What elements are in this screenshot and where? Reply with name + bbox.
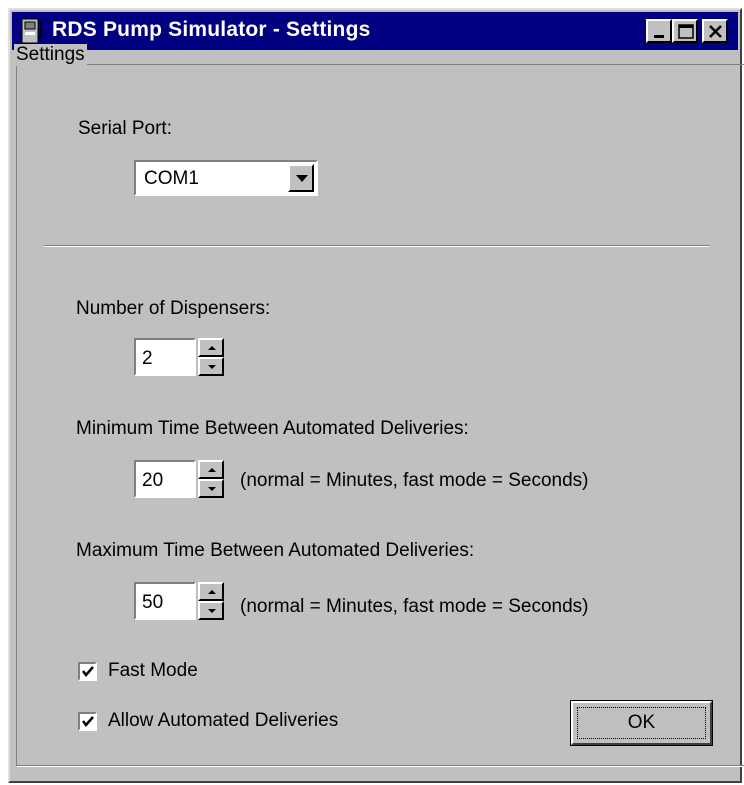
- serial-port-dropdown[interactable]: COM1: [134, 160, 318, 196]
- fast-mode-label[interactable]: Fast Mode: [108, 660, 198, 682]
- spin-down-button[interactable]: [198, 357, 224, 376]
- serial-port-value: COM1: [144, 168, 199, 189]
- close-button[interactable]: [702, 19, 728, 43]
- window-title: RDS Pump Simulator - Settings: [52, 18, 371, 41]
- arrow-down-icon: [208, 609, 216, 613]
- min-time-value: 20: [142, 470, 164, 491]
- allow-auto-deliveries-checkbox[interactable]: [78, 712, 97, 731]
- spin-up-button[interactable]: [198, 460, 224, 479]
- dispensers-input[interactable]: 2: [134, 338, 196, 376]
- dispensers-label: Number of Dispensers:: [76, 298, 271, 319]
- arrow-up-icon: [208, 468, 216, 472]
- min-time-hint: (normal = Minutes, fast mode = Seconds): [240, 470, 589, 491]
- spin-up-button[interactable]: [198, 582, 224, 601]
- max-time-value: 50: [142, 592, 164, 613]
- spin-down-button[interactable]: [198, 479, 224, 498]
- min-time-input[interactable]: 20: [134, 460, 196, 498]
- chevron-down-icon: [296, 175, 308, 182]
- settings-group-label: Settings: [14, 44, 87, 66]
- dropdown-button[interactable]: [288, 164, 314, 192]
- arrow-up-icon: [208, 346, 216, 350]
- min-time-label: Minimum Time Between Automated Deliverie…: [76, 418, 469, 439]
- max-time-hint: (normal = Minutes, fast mode = Seconds): [240, 596, 589, 617]
- checkmark-icon: [82, 666, 94, 677]
- allow-auto-deliveries-label[interactable]: Allow Automated Deliveries: [108, 710, 338, 732]
- serial-port-label: Serial Port:: [78, 118, 172, 139]
- ok-label: OK: [627, 712, 656, 733]
- dispensers-spinner[interactable]: [198, 338, 224, 376]
- fast-mode-checkbox[interactable]: [78, 662, 97, 681]
- checkmark-icon: [82, 716, 94, 727]
- max-time-spinner[interactable]: [198, 582, 224, 620]
- min-time-spinner[interactable]: [198, 460, 224, 498]
- arrow-up-icon: [208, 590, 216, 594]
- minimize-button[interactable]: [646, 19, 672, 43]
- arrow-down-icon: [208, 365, 216, 369]
- max-time-input[interactable]: 50: [134, 582, 196, 620]
- minimize-icon: [654, 35, 664, 38]
- separator-line: [44, 245, 710, 247]
- spin-up-button[interactable]: [198, 338, 224, 357]
- close-icon: [709, 25, 722, 38]
- dispensers-value: 2: [142, 348, 153, 369]
- max-time-label: Maximum Time Between Automated Deliverie…: [76, 540, 475, 561]
- arrow-down-icon: [208, 487, 216, 491]
- maximize-icon: [678, 24, 694, 39]
- spin-down-button[interactable]: [198, 601, 224, 620]
- maximize-button[interactable]: [672, 19, 698, 43]
- title-bar[interactable]: RDS Pump Simulator - Settings: [12, 12, 738, 50]
- ok-button[interactable]: OK: [570, 700, 713, 746]
- pump-icon: [21, 18, 42, 44]
